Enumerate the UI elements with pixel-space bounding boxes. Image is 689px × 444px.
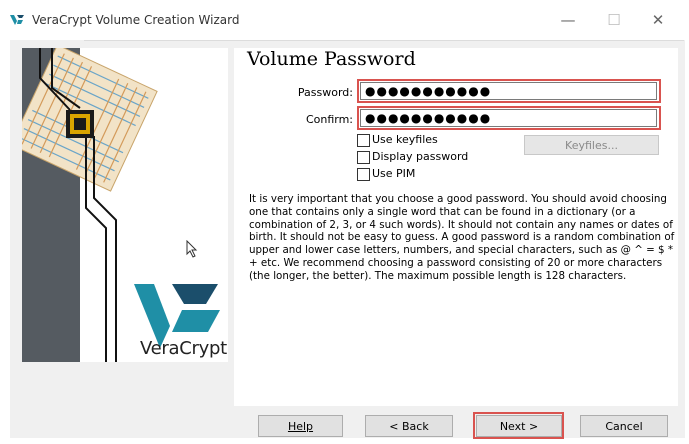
page-title: Volume Password <box>247 48 416 70</box>
divider <box>84 40 684 41</box>
checkbox-label: Use keyfiles <box>372 133 438 146</box>
next-highlight <box>473 412 564 439</box>
password-label: Password: <box>297 86 353 99</box>
veracrypt-logo-text: VeraCrypt <box>140 338 227 359</box>
veracrypt-app-icon <box>10 15 24 25</box>
password-highlight <box>357 79 661 103</box>
checkbox-box[interactable] <box>357 134 370 147</box>
help-button[interactable]: Help <box>258 415 343 437</box>
window-title: VeraCrypt Volume Creation Wizard <box>32 13 240 27</box>
help-button-label: Help <box>287 420 314 433</box>
keyfiles-button[interactable]: Keyfiles... <box>524 135 659 155</box>
confirm-highlight <box>357 106 661 130</box>
password-guidance-text: It is very important that you choose a g… <box>249 193 675 282</box>
minimize-button[interactable]: — <box>548 8 588 32</box>
checkbox-label: Use PIM <box>372 167 416 180</box>
title-bar: VeraCrypt Volume Creation Wizard — ☐ ✕ <box>0 0 689 40</box>
back-button[interactable]: < Back <box>365 415 453 437</box>
checkbox-label: Display password <box>372 150 469 163</box>
cancel-button[interactable]: Cancel <box>580 415 668 437</box>
checkbox-box[interactable] <box>357 151 370 164</box>
checkbox-box[interactable] <box>357 168 370 181</box>
wizard-side-image <box>22 48 228 362</box>
close-button[interactable]: ✕ <box>638 8 678 32</box>
mouse-cursor-icon <box>186 240 198 258</box>
confirm-label: Confirm: <box>305 113 353 126</box>
maximize-button[interactable]: ☐ <box>594 8 634 32</box>
